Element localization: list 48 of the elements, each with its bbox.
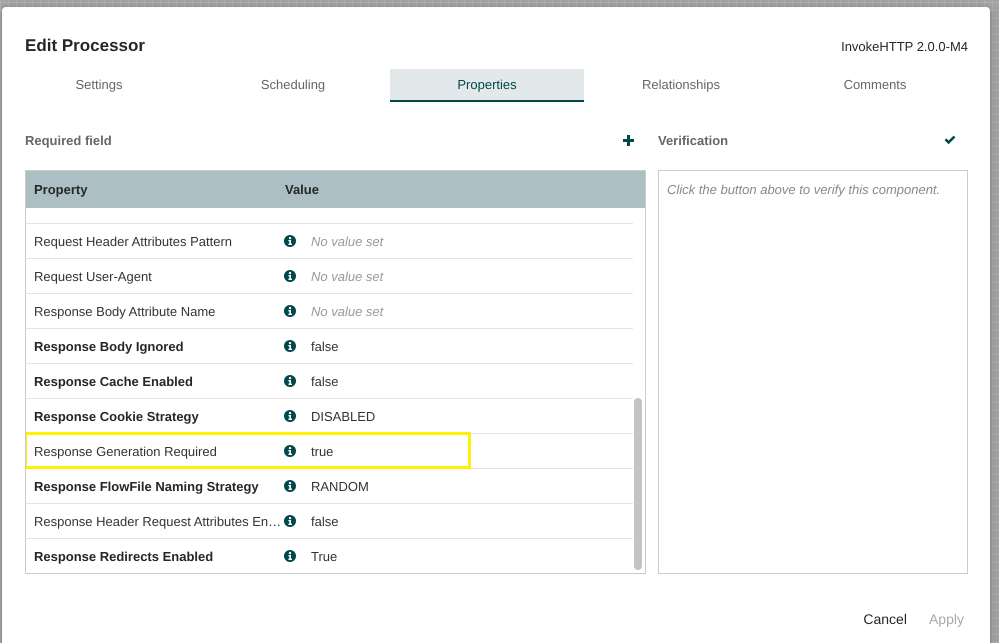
property-value: false [310,338,338,354]
info-icon[interactable] [284,305,296,317]
column-header: Property [33,182,88,197]
tab[interactable]: Relationships [584,69,778,102]
info-icon[interactable] [284,375,296,387]
tab[interactable]: Comments [778,69,972,102]
cancel-button[interactable]: Cancel [859,605,911,633]
plus-icon [623,134,634,146]
info-icon[interactable] [284,410,296,422]
verification-message: Click the button above to verify this component. [667,182,940,197]
info-icon[interactable] [284,550,296,562]
property-value: true [310,444,334,458]
component-type-label: InvokeHTTP 2.0.0-M4 [841,38,968,54]
property-name: Request Header Attributes Pattern [33,234,234,248]
info-icon[interactable] [284,270,296,282]
property-name: Response Body Ignored [33,338,185,354]
property-name: Response Cookie Strategy [33,408,200,424]
property-value: RANDOM [310,478,369,494]
info-icon[interactable] [284,515,296,527]
tab[interactable]: Settings [2,69,196,102]
tab[interactable]: Properties [390,69,584,102]
info-icon[interactable] [284,480,296,492]
section-label: Verification [658,132,728,148]
dialog-title: Edit Processor [25,36,145,56]
info-icon[interactable] [284,340,296,352]
property-name: Response Generation Required [33,444,218,458]
property-value: DISABLED [310,408,376,424]
add-property-button[interactable] [621,132,636,148]
property-name: Response Cache Enabled [33,374,194,388]
verify-button[interactable] [942,133,958,147]
column-header: Value [284,182,319,197]
property-value: No value set [310,234,384,248]
property-name: Response Header Request Attributes En… [33,514,277,528]
info-icon[interactable] [284,235,296,247]
property-value: No value set [310,268,384,284]
property-name: Response Body Attribute Name [33,304,216,318]
tab[interactable]: Scheduling [196,69,390,102]
check-icon [944,135,956,145]
property-value: True [310,548,338,564]
property-value: No value set [310,304,384,318]
property-value: false [310,374,338,388]
info-icon[interactable] [284,445,296,457]
property-name: Response Redirects Enabled [33,548,214,564]
property-name: Response FlowFile Naming Strategy [33,478,260,494]
section-label: Required field [25,132,112,148]
property-value: false [310,514,338,528]
scrollbar-thumb[interactable] [634,398,642,570]
property-name: Request User-Agent [33,268,153,284]
